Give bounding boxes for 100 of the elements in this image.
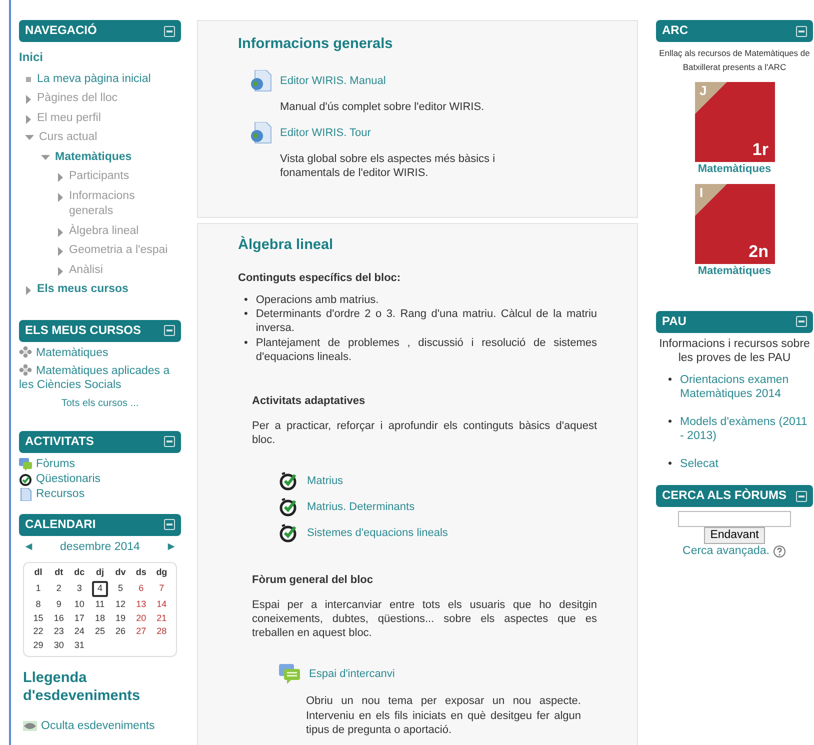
collapse-icon[interactable]	[164, 26, 175, 36]
calendar-day[interactable]: 13	[133, 598, 150, 611]
calendar-day[interactable]: 12	[112, 598, 129, 611]
calendar-day[interactable]: 19	[112, 612, 129, 624]
bullet-icon[interactable]	[25, 76, 32, 83]
calendar-day[interactable]: 18	[92, 612, 108, 624]
hide-events-link[interactable]: Oculta esdeveniments	[41, 718, 155, 734]
nav-link[interactable]: La meva pàgina inicial	[37, 72, 151, 88]
bullet-item: Operacions amb matrius.	[256, 292, 379, 308]
previous-month-link[interactable]: ◄	[23, 540, 34, 554]
calendar-day[interactable]: 22	[30, 626, 46, 638]
collapsed-arrow-icon[interactable]	[57, 173, 64, 182]
calendar-day[interactable]: 10	[71, 598, 88, 611]
forum-link[interactable]: Espai d'intercanvi	[309, 667, 395, 682]
block-title: PAU	[662, 314, 686, 330]
go-button[interactable]: Endavant	[704, 527, 765, 544]
calendar-day[interactable]: 8	[30, 598, 46, 611]
calendar-day[interactable]: 4	[92, 581, 108, 597]
activity-link[interactable]: Fòrums	[36, 456, 75, 472]
bullet-marker: •	[668, 456, 672, 472]
weekday-label: dc	[73, 566, 86, 580]
collapsed-arrow-icon[interactable]	[25, 114, 32, 124]
calendar-day[interactable]: 24	[71, 626, 88, 638]
calendar-day[interactable]: 21	[154, 612, 170, 624]
calendar-day[interactable]: 1	[30, 583, 46, 595]
activity-link[interactable]: Qüestionaris	[36, 472, 101, 487]
calendar-day[interactable]: 11	[92, 598, 108, 611]
course-tile[interactable]: J 1r	[694, 82, 774, 162]
calendar-day[interactable]: 20	[133, 612, 150, 624]
tile-caption[interactable]: Matemàtiques	[698, 162, 772, 176]
calendar-day[interactable]: 3	[71, 583, 88, 595]
quiz-link[interactable]: Sistemes d'equacions lineals	[307, 526, 448, 540]
calendar-day[interactable]: 17	[71, 612, 88, 624]
calendar-day[interactable]: 14	[154, 598, 170, 611]
calendar-day[interactable]: 15	[30, 612, 46, 624]
collapse-icon[interactable]	[796, 316, 807, 328]
advanced-search-link[interactable]: Cerca avançada.	[682, 544, 770, 559]
block-title: ACTIVITATS	[25, 434, 94, 450]
collapse-icon[interactable]	[164, 519, 175, 530]
tile-level: 2n	[748, 241, 768, 264]
calendar-day[interactable]: 9	[50, 598, 67, 611]
forum-icon	[19, 458, 32, 471]
pau-link[interactable]: Models d'exàmens (2011 - 2013)	[680, 414, 813, 444]
content-subheading: Activitats adaptatives	[252, 394, 366, 409]
calendar-day[interactable]: 29	[30, 640, 46, 652]
expanded-arrow-icon[interactable]	[41, 154, 50, 161]
collapse-icon[interactable]	[164, 325, 175, 336]
block-title: NAVEGACIÓ	[25, 23, 97, 39]
eye-icon	[23, 721, 37, 732]
calendar-day[interactable]: 31	[71, 640, 88, 652]
weekday-label: dv	[114, 566, 127, 580]
month-title[interactable]: desembre 2014	[60, 540, 140, 554]
resource-description: Manual d'ús complet sobre l'editor WIRIS.	[279, 100, 486, 114]
activity-link[interactable]: Recursos	[36, 486, 85, 502]
calendar-day[interactable]: 25	[92, 626, 108, 638]
calendar-day[interactable]: 6	[133, 583, 150, 595]
next-month-link[interactable]: ►	[166, 540, 177, 554]
resource-link[interactable]: Editor WIRIS. Manual	[280, 74, 386, 88]
weekday-label: ds	[134, 566, 148, 580]
calendar-day[interactable]: 5	[112, 583, 129, 595]
resource-link[interactable]: Editor WIRIS. Tour	[280, 126, 371, 140]
pau-link[interactable]: Selecat	[680, 456, 718, 472]
collapsed-arrow-icon[interactable]	[57, 228, 64, 237]
course-link[interactable]: Matemàtiques	[19, 346, 181, 360]
search-field[interactable]	[678, 511, 791, 528]
all-courses-link[interactable]: Tots els cursos ...	[61, 398, 139, 409]
block-title: ELS MEUS CURSOS	[25, 322, 142, 338]
collapsed-arrow-icon[interactable]	[25, 95, 32, 104]
calendar-day[interactable]: 16	[50, 612, 67, 624]
document-icon	[19, 488, 32, 501]
calendar-day[interactable]: 27	[133, 626, 150, 638]
quiz-icon	[279, 471, 299, 492]
collapsed-arrow-icon[interactable]	[57, 247, 64, 256]
course-tile[interactable]: I 2n	[694, 184, 774, 264]
home-link[interactable]: Inici	[19, 50, 181, 66]
quiz-link[interactable]: Matrius. Determinants	[307, 500, 415, 514]
cluster-icon	[19, 364, 32, 376]
collapse-icon[interactable]	[796, 490, 807, 502]
help-icon	[773, 545, 786, 558]
calendar-day[interactable]: 7	[154, 583, 170, 595]
tile-caption[interactable]: Matemàtiques	[698, 264, 772, 279]
collapsed-arrow-icon[interactable]	[25, 286, 32, 296]
course-link[interactable]: Matemàtiques aplicades a les Ciències Socials	[19, 364, 181, 392]
quiz-icon	[279, 523, 299, 544]
bullet-marker: •	[244, 292, 248, 308]
calendar-day[interactable]: 30	[50, 640, 67, 652]
expanded-arrow-icon[interactable]	[25, 134, 34, 142]
quiz-link[interactable]: Matrius	[307, 474, 344, 488]
calendar-day[interactable]: 2	[50, 583, 67, 595]
calendar-day[interactable]: 28	[154, 626, 170, 638]
calendar-day[interactable]: 26	[112, 626, 129, 638]
calendar-day[interactable]: 23	[50, 626, 67, 638]
nav-link[interactable]: Matemàtiques	[55, 150, 132, 166]
globe-document-icon	[250, 122, 272, 144]
pau-link[interactable]: Orientacions examen Matemàtiques 2014	[680, 372, 813, 402]
collapse-icon[interactable]	[164, 436, 175, 448]
collapsed-arrow-icon[interactable]	[57, 266, 64, 276]
collapse-icon[interactable]	[796, 26, 807, 36]
nav-link[interactable]: Els meus cursos	[37, 282, 128, 298]
collapsed-arrow-icon[interactable]	[57, 192, 64, 202]
